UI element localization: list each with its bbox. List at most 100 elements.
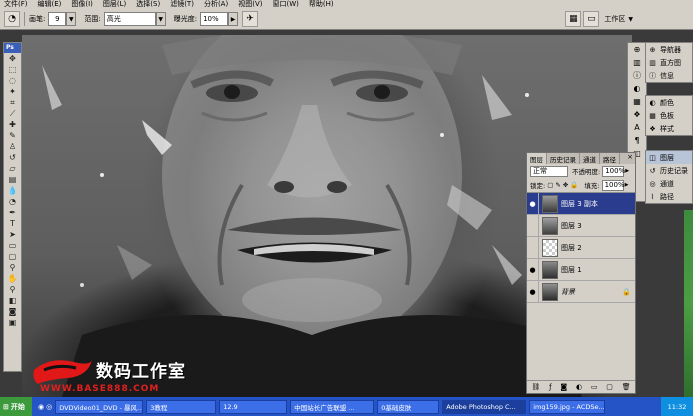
taskbar-item[interactable]: DVDVideo01_DVD - 暴风... <box>55 399 144 414</box>
menu-filter[interactable]: 滤镜(T) <box>170 0 194 9</box>
panel-history[interactable]: ↺ 历史记录 <box>646 164 692 177</box>
tool-options-button[interactable]: ▦ <box>565 11 582 27</box>
layer-row[interactable]: 图层 3 <box>527 214 635 237</box>
eraser-tool-icon[interactable]: ▱ <box>4 163 21 174</box>
magic-wand-tool-icon[interactable]: ✦ <box>4 86 21 97</box>
panel-navigator[interactable]: ⊕ 导航器 <box>646 43 692 56</box>
new-layer-icon[interactable]: ▢ <box>606 383 613 391</box>
taskbar-item[interactable]: 3教程 <box>146 399 217 414</box>
quick-launch-icon[interactable]: ◉ <box>38 403 44 411</box>
tab-paths[interactable]: 路径 <box>600 153 620 164</box>
character-icon[interactable]: A <box>628 121 646 134</box>
paragraph-icon[interactable]: ¶ <box>628 134 646 147</box>
new-group-icon[interactable]: ▭ <box>591 383 598 391</box>
airbrush-button[interactable]: ✈ <box>242 11 259 27</box>
healing-brush-tool-icon[interactable]: ✚ <box>4 119 21 130</box>
eye-icon[interactable]: ● <box>527 192 539 215</box>
path-selection-tool-icon[interactable]: ➤ <box>4 229 21 240</box>
pen-tool-icon[interactable]: ✒ <box>4 207 21 218</box>
adjustment-layer-icon[interactable]: ◐ <box>576 383 582 391</box>
clone-stamp-tool-icon[interactable]: ♙ <box>4 141 21 152</box>
exposure-input[interactable]: 10% <box>200 12 229 26</box>
lock-move-icon[interactable]: ✥ <box>563 181 568 189</box>
exposure-slider-toggle[interactable]: ▶ <box>228 12 239 26</box>
menu-edit[interactable]: 编辑(E) <box>38 0 62 9</box>
layer-row[interactable]: ● 图层 1 <box>527 258 635 281</box>
dodge-tool-icon[interactable]: ◔ <box>4 196 21 207</box>
range-dropdown[interactable]: ▼ <box>155 12 166 26</box>
eye-icon[interactable]: ● <box>527 280 539 303</box>
crop-tool-icon[interactable]: ⌗ <box>4 97 21 108</box>
screen-mode-icon[interactable]: ▣ <box>4 317 21 328</box>
brush-dropdown[interactable]: ▼ <box>66 12 77 26</box>
layer-style-icon[interactable]: ƒ <box>549 383 551 391</box>
panel-info[interactable]: ⓘ 信息 <box>646 69 692 82</box>
info-icon[interactable]: ⓘ <box>628 69 646 82</box>
navigator-icon[interactable]: ⊕ <box>628 43 646 56</box>
taskbar-item[interactable]: Adobe Photoshop C... <box>442 399 527 414</box>
marquee-tool-icon[interactable]: ⬚ <box>4 64 21 75</box>
add-mask-icon[interactable]: ◙ <box>560 383 567 391</box>
panel-styles[interactable]: ❖ 样式 <box>646 122 692 135</box>
quick-mask-icon[interactable]: ◙ <box>4 306 21 317</box>
palette-well-button[interactable]: ▭ <box>583 11 600 27</box>
histogram-icon[interactable]: ▥ <box>628 56 646 69</box>
start-button[interactable]: ⊞ 开始 <box>0 397 32 416</box>
menu-select[interactable]: 选择(S) <box>136 0 160 9</box>
panel-histogram[interactable]: ▥ 直方图 <box>646 56 692 69</box>
zoom-tool-icon[interactable]: ⚲ <box>4 284 21 295</box>
gradient-tool-icon[interactable]: ▤ <box>4 174 21 185</box>
range-select[interactable]: 高光 <box>103 12 156 26</box>
lock-transparent-icon[interactable]: ▢ <box>547 181 553 189</box>
color-swatch-icon[interactable]: ◧ <box>4 295 21 306</box>
tab-history[interactable]: 历史记录 <box>547 153 580 164</box>
notes-tool-icon[interactable]: ▢ <box>4 251 21 262</box>
panel-layers[interactable]: ◫ 图层 <box>646 151 692 164</box>
layer-row[interactable]: ● 背景 🔒 <box>527 280 635 303</box>
taskbar-item[interactable]: 中国站长广告联盟 ... <box>290 399 375 414</box>
chevron-right-icon[interactable]: ▶ <box>625 168 629 174</box>
menu-window[interactable]: 窗口(W) <box>272 0 298 9</box>
slice-tool-icon[interactable]: ⟋ <box>4 108 21 119</box>
menu-file[interactable]: 文件(F) <box>4 0 28 9</box>
shape-tool-icon[interactable]: ▭ <box>4 240 21 251</box>
brush-picker[interactable]: 9 <box>48 12 67 26</box>
panel-paths[interactable]: ⌇ 路径 <box>646 190 692 203</box>
tool-preset-picker[interactable]: ◔ <box>4 11 20 27</box>
menu-layer[interactable]: 图层(L) <box>103 0 126 9</box>
blend-mode-select[interactable]: 正常 <box>530 165 568 177</box>
lock-brush-icon[interactable]: ✎ <box>555 181 560 189</box>
styles-icon[interactable]: ❖ <box>628 108 646 121</box>
type-tool-icon[interactable]: T <box>4 218 21 229</box>
brush-tool-icon[interactable]: ✎ <box>4 130 21 141</box>
panel-channels[interactable]: ◎ 通道 <box>646 177 692 190</box>
menu-help[interactable]: 帮助(H) <box>309 0 334 9</box>
chevron-down-icon[interactable]: ▼ <box>628 16 633 23</box>
eyedropper-tool-icon[interactable]: ⚲ <box>4 262 21 273</box>
swatches-icon[interactable]: ▦ <box>628 95 646 108</box>
delete-layer-icon[interactable]: 🗑 <box>622 383 631 391</box>
hand-tool-icon[interactable]: ✋ <box>4 273 21 284</box>
quick-launch-icon[interactable]: ◎ <box>46 403 52 411</box>
history-brush-tool-icon[interactable]: ↺ <box>4 152 21 163</box>
color-icon[interactable]: ◐ <box>628 82 646 95</box>
layer-row[interactable]: ● 图层 3 副本 <box>527 192 635 215</box>
fill-input[interactable]: 100% <box>601 179 625 191</box>
close-icon[interactable]: × <box>627 153 635 164</box>
panel-swatches[interactable]: ▦ 色板 <box>646 109 692 122</box>
menu-analysis[interactable]: 分析(A) <box>204 0 228 9</box>
opacity-input[interactable]: 100% <box>602 165 625 177</box>
eye-hidden-icon[interactable] <box>527 214 539 237</box>
panel-color[interactable]: ◐ 颜色 <box>646 96 692 109</box>
tab-layers[interactable]: 图层 <box>527 153 547 164</box>
clock[interactable]: 11:32 <box>668 403 687 411</box>
lock-all-icon[interactable]: 🔒 <box>570 181 578 189</box>
blur-tool-icon[interactable]: 💧 <box>4 185 21 196</box>
tab-channels[interactable]: 通道 <box>580 153 600 164</box>
taskbar-item[interactable]: img159.jpg - ACDSe... <box>529 399 606 414</box>
taskbar-item[interactable]: 12.9 <box>219 399 288 414</box>
menu-view[interactable]: 视图(V) <box>238 0 262 9</box>
eye-hidden-icon[interactable] <box>527 236 539 259</box>
workspace-label[interactable]: 工作区 <box>604 14 625 24</box>
menu-image[interactable]: 图像(I) <box>71 0 93 9</box>
